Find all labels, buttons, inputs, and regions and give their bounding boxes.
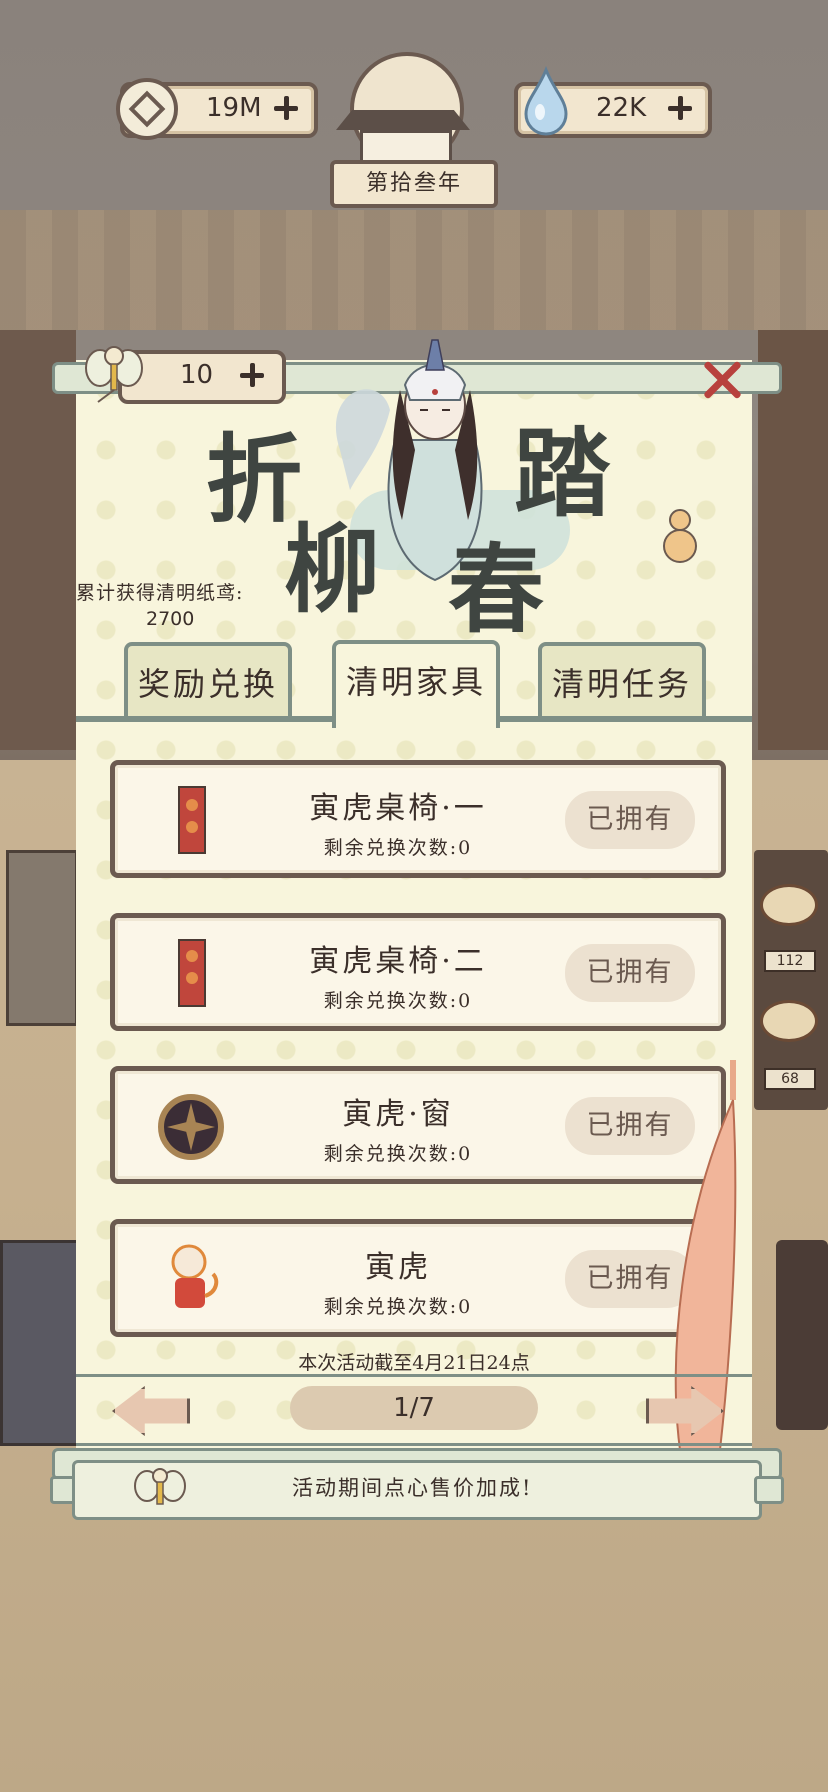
list-item: 寅虎 剩余兑换次数:0 已拥有 xyxy=(110,1219,726,1337)
page-indicator: 1/7 xyxy=(290,1386,538,1430)
owned-button[interactable]: 已拥有 xyxy=(565,791,695,849)
paper-kite-icon xyxy=(85,346,143,403)
coin-value: 19M xyxy=(206,93,262,123)
tab-reward-exchange[interactable]: 奖励兑换 xyxy=(124,642,292,718)
food-bowl-icon xyxy=(760,884,818,926)
event-deadline: 本次活动截至4月21日24点 xyxy=(298,1352,530,1374)
scene-cabinet-lower xyxy=(0,1240,80,1446)
copper-coin-icon xyxy=(116,78,178,140)
tab-qingming-furniture[interactable]: 清明家具 xyxy=(332,640,500,728)
food-shelf: 112 68 xyxy=(754,850,828,1110)
title-char-4: 春 xyxy=(448,533,544,646)
close-button[interactable] xyxy=(700,358,744,402)
year-plaque: 第拾叁年 xyxy=(330,160,498,208)
water-value: 22K xyxy=(596,93,647,123)
total-kites-value: 2700 xyxy=(146,608,195,630)
notice-text: 活动期间点心售价加成! xyxy=(292,1476,533,1500)
add-water-icon[interactable] xyxy=(668,96,692,120)
title-char-2: 柳 xyxy=(284,513,380,626)
scene-right-furniture xyxy=(776,1240,828,1430)
paper-kite-icon xyxy=(134,1468,186,1505)
prev-page-button[interactable] xyxy=(112,1386,190,1436)
tab-qingming-tasks[interactable]: 清明任务 xyxy=(538,642,706,718)
home-temple-icon[interactable] xyxy=(336,52,470,166)
food-count-2: 68 xyxy=(764,1068,816,1090)
food-bowl-icon xyxy=(760,1000,818,1042)
owned-button[interactable]: 已拥有 xyxy=(565,944,695,1002)
total-kites-label: 累计获得清明纸鸢: xyxy=(76,582,244,604)
food-count-1: 112 xyxy=(764,950,816,972)
add-kite-icon[interactable] xyxy=(240,363,264,387)
list-item: 寅虎桌椅·二 剩余兑换次数:0 已拥有 xyxy=(110,913,726,1031)
add-coins-icon[interactable] xyxy=(274,96,298,120)
scene-roof-decoration xyxy=(0,210,828,330)
list-item: 寅虎桌椅·一 剩余兑换次数:0 已拥有 xyxy=(110,760,726,878)
kite-count: 10 xyxy=(180,360,214,390)
notice-rod-right xyxy=(754,1476,784,1504)
water-drop-icon xyxy=(524,66,568,136)
next-page-button[interactable] xyxy=(646,1386,724,1436)
gourd-icon xyxy=(663,509,697,563)
list-item: 寅虎·窗 剩余兑换次数:0 已拥有 xyxy=(110,1066,726,1184)
scene-cabinet xyxy=(6,850,78,1026)
